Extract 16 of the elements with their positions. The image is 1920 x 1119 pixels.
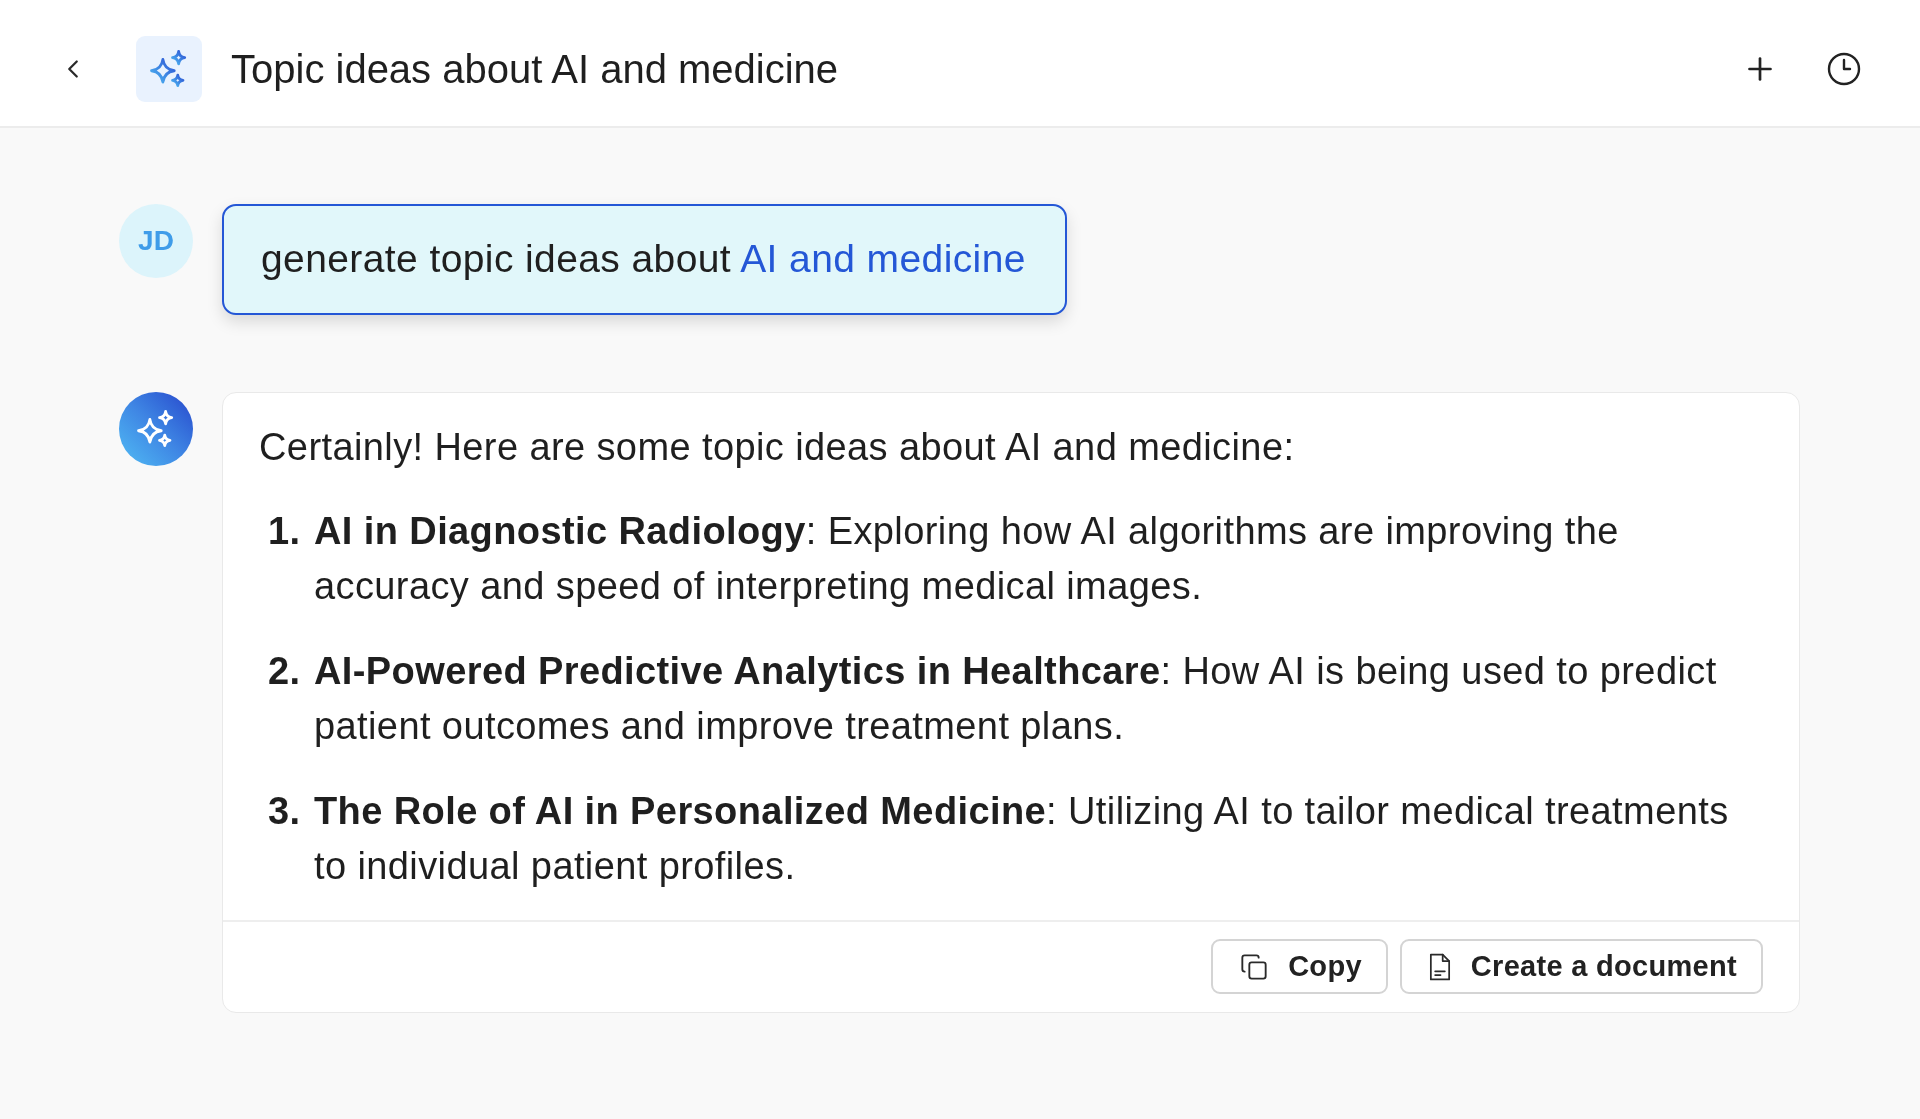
- user-avatar: JD: [119, 204, 193, 278]
- list-item-text: The Role of AI in Personalized Medicine: Utilizing AI to tailor medical treatments to individual patient profiles.: [314, 789, 1730, 889]
- list-item-text: AI in Diagnostic Radiology: Exploring how AI algorithms are improving the accuracy and speed of interpreting medical images.: [314, 509, 1620, 609]
- response-intro: Certainly! Here are some topic ideas about AI and medicine:: [259, 425, 1296, 470]
- page-title: Topic ideas about AI and medicine: [231, 46, 839, 93]
- list-number: 2.: [268, 649, 302, 694]
- clock-icon: [1826, 51, 1862, 87]
- list-number: 3.: [268, 789, 302, 834]
- copy-icon: [1240, 952, 1269, 981]
- user-message: generate topic ideas about AI and medicine: [222, 204, 1067, 315]
- list-item-text: AI-Powered Predictive Analytics in Healthcare: How AI is being used to predict patient outcomes and improve treatment plans.: [314, 649, 1718, 749]
- copy-button[interactable]: Copy: [1211, 939, 1388, 994]
- create-document-button[interactable]: Create a document: [1399, 939, 1763, 994]
- sparkles-icon: [136, 36, 202, 102]
- document-icon: [1428, 952, 1451, 981]
- list-number: 1.: [268, 509, 302, 554]
